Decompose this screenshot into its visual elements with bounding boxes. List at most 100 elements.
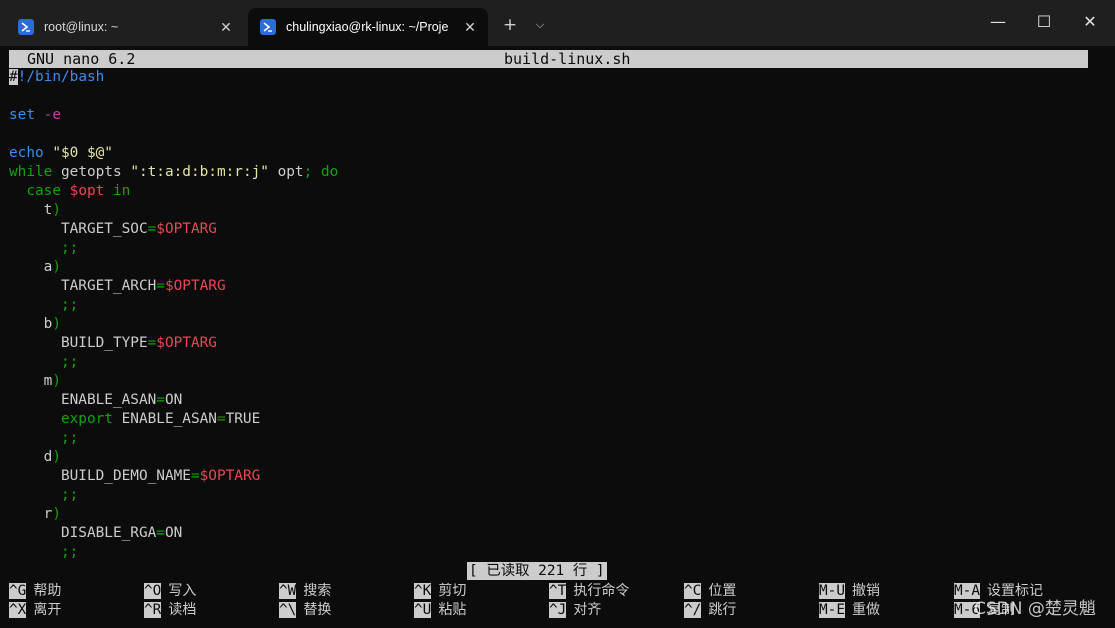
code-line: ;; — [9, 239, 1099, 258]
code-token: $opt — [69, 183, 105, 199]
shortcut-item[interactable]: M-E 重做 — [819, 601, 880, 620]
new-tab-button[interactable]: + — [497, 14, 523, 36]
shortcut-label: 重做 — [852, 602, 880, 618]
shortcut-item[interactable]: ^J 对齐 — [549, 601, 601, 620]
shortcut-key: ^T — [549, 583, 567, 599]
tab-root-linux[interactable]: root@linux: ~ ✕ — [6, 8, 244, 46]
code-token: set — [9, 107, 35, 123]
shortcut-key: ^J — [549, 602, 567, 618]
code-token: $OPTARG — [156, 335, 217, 351]
shortcut-item[interactable]: ^G 帮助 — [9, 582, 61, 601]
close-window-button[interactable]: ✕ — [1068, 6, 1112, 36]
code-token: TRUE — [225, 411, 261, 427]
tab-rk-linux[interactable]: chulingxiao@rk-linux: ~/Proje ✕ — [248, 8, 488, 46]
code-token: $OPTARG — [199, 468, 261, 484]
nano-header: GNU nano 6.2 build-linux.sh — [9, 50, 1088, 68]
shortcut-item[interactable]: ^U 粘贴 — [414, 601, 466, 620]
shortcut-key: ^O — [144, 583, 162, 599]
code-token: ;; — [9, 487, 79, 503]
code-token: ) — [52, 373, 61, 389]
code-token: ) — [52, 259, 61, 275]
shortcut-key: ^K — [414, 583, 432, 599]
code-token: = — [156, 525, 165, 541]
code-line: t) — [9, 201, 1099, 220]
code-token: BUILD_DEMO_NAME — [9, 468, 191, 484]
shortcut-item[interactable]: ^R 读档 — [144, 601, 196, 620]
code-line: set -e — [9, 106, 1099, 125]
code-token: "$0 $@" — [52, 145, 113, 161]
tab-title: root@linux: ~ — [44, 20, 119, 34]
shortcut-item[interactable]: ^W 搜索 — [279, 582, 331, 601]
code-token: t — [9, 202, 53, 218]
code-token: ;; — [9, 240, 79, 256]
shortcut-key: ^X — [9, 602, 27, 618]
code-line: ;; — [9, 353, 1099, 372]
chevron-down-icon[interactable]: ⌵ — [527, 14, 553, 36]
code-line: #!/bin/bash — [9, 68, 1099, 87]
code-token: ON — [164, 525, 183, 541]
terminal-icon — [260, 19, 276, 35]
code-line: export ENABLE_ASAN=TRUE — [9, 410, 1099, 429]
code-token: a — [9, 259, 53, 275]
code-token: = — [147, 221, 157, 237]
shortcut-label: 离开 — [33, 602, 62, 618]
shortcut-item[interactable]: ^K 剪切 — [414, 582, 466, 601]
shortcut-item[interactable]: ^C 位置 — [684, 582, 736, 601]
shortcut-label: 跳行 — [708, 602, 737, 618]
code-token: ;; — [9, 297, 79, 313]
shortcut-item[interactable]: ^T 执行命令 — [549, 582, 629, 601]
code-line: TARGET_SOC=$OPTARG — [9, 220, 1099, 239]
shortcut-label: 粘贴 — [438, 602, 467, 618]
code-line: ENABLE_ASAN=ON — [9, 391, 1099, 410]
code-line: ;; — [9, 296, 1099, 315]
code-token: TARGET_SOC — [9, 221, 148, 237]
shortcut-label: 剪切 — [438, 583, 467, 599]
shortcut-label: 对齐 — [573, 602, 602, 618]
shortcut-label: 撤销 — [852, 583, 880, 599]
tab-title: chulingxiao@rk-linux: ~/Proje — [286, 20, 449, 34]
shortcut-item[interactable]: ^\ 替换 — [279, 601, 331, 620]
code-token: opt — [268, 164, 304, 180]
code-token: = — [147, 335, 157, 351]
shortcut-item[interactable]: ^/ 跳行 — [684, 601, 736, 620]
shortcut-key: ^U — [414, 602, 432, 618]
shortcut-item[interactable]: M-U 撤销 — [819, 582, 880, 601]
shortcut-item[interactable]: ^X 离开 — [9, 601, 61, 620]
code-line: DISABLE_RGA=ON — [9, 524, 1099, 543]
code-token: in — [104, 183, 131, 199]
code-token: = — [156, 392, 165, 408]
code-token: = — [156, 278, 165, 294]
maximize-button[interactable]: ☐ — [1022, 6, 1066, 36]
code-line: BUILD_TYPE=$OPTARG — [9, 334, 1099, 353]
shortcut-item[interactable]: ^O 写入 — [144, 582, 196, 601]
code-line: m) — [9, 372, 1099, 391]
text-cursor: # — [9, 69, 18, 85]
code-line: while getopts ":t:a:d:b:m:r:j" opt; do — [9, 163, 1099, 182]
code-line: b) — [9, 315, 1099, 334]
close-tab-icon[interactable]: ✕ — [216, 19, 236, 36]
code-token: ; do — [303, 164, 339, 180]
code-token: m — [9, 373, 53, 389]
minimize-button[interactable]: — — [976, 6, 1020, 36]
shortcut-key: ^C — [684, 583, 702, 599]
code-token: case — [9, 183, 61, 199]
code-token: ) — [52, 506, 61, 522]
code-token: ON — [164, 392, 183, 408]
shortcut-key: M-E — [819, 602, 845, 618]
code-token: = — [216, 411, 226, 427]
code-token: $OPTARG — [164, 278, 226, 294]
close-tab-icon[interactable]: ✕ — [460, 19, 480, 36]
shortcut-key: ^R — [144, 602, 162, 618]
code-token: $OPTARG — [156, 221, 217, 237]
code-line: ;; — [9, 429, 1099, 448]
code-token: ":t:a:d:b:m:r:j" — [130, 164, 269, 180]
code-line: d) — [9, 448, 1099, 467]
code-token: while — [9, 164, 53, 180]
code-token: !/bin/bash — [17, 69, 105, 85]
nano-version: GNU nano 6.2 — [27, 50, 136, 68]
code-token: = — [190, 468, 200, 484]
code-token: b — [9, 316, 53, 332]
editor-buffer[interactable]: #!/bin/bash set -e echo "$0 $@" while getop… — [9, 68, 1099, 562]
